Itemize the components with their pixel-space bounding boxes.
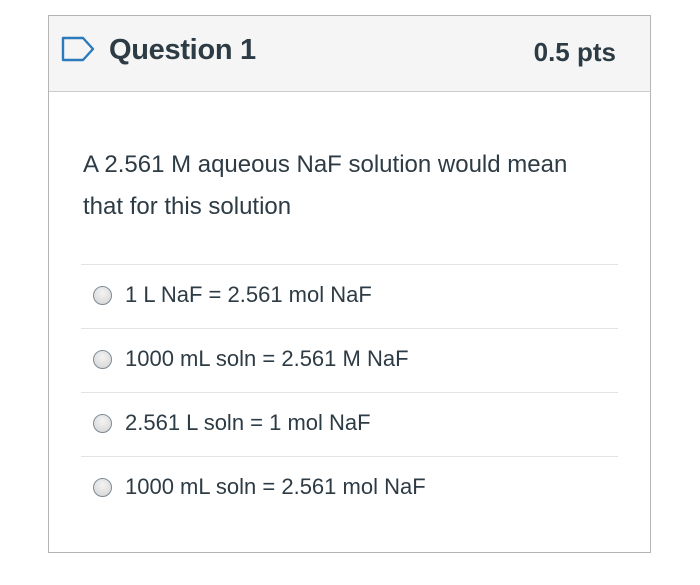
answer-label: 1000 mL soln = 2.561 mol NaF bbox=[125, 474, 426, 499]
answer-label: 2.561 L soln = 1 mol NaF bbox=[125, 410, 371, 435]
answer-label: 1000 mL soln = 2.561 M NaF bbox=[125, 346, 409, 371]
radio-button[interactable] bbox=[93, 414, 112, 433]
radio-button[interactable] bbox=[93, 286, 112, 305]
answer-list: 1 L NaF = 2.561 mol NaF 1000 mL soln = 2… bbox=[81, 264, 618, 520]
points-label: 0.5 pts bbox=[533, 37, 616, 67]
question-header: Question 1 0.5 pts bbox=[49, 16, 650, 92]
answer-option-1[interactable]: 1 L NaF = 2.561 mol NaF bbox=[81, 264, 618, 328]
question-title: Question 1 bbox=[109, 34, 256, 66]
answer-option-3[interactable]: 2.561 L soln = 1 mol NaF bbox=[81, 392, 618, 456]
bookmark-flag-icon[interactable] bbox=[61, 36, 95, 62]
answer-option-2[interactable]: 1000 mL soln = 2.561 M NaF bbox=[81, 328, 618, 392]
answer-option-4[interactable]: 1000 mL soln = 2.561 mol NaF bbox=[81, 456, 618, 520]
radio-button[interactable] bbox=[93, 478, 112, 497]
question-text: A 2.561 M aqueous NaF solution would mea… bbox=[83, 151, 568, 220]
radio-button[interactable] bbox=[93, 350, 112, 369]
question-card: Question 1 0.5 pts A 2.561 M aqueous NaF… bbox=[48, 15, 651, 553]
answer-label: 1 L NaF = 2.561 mol NaF bbox=[125, 282, 372, 307]
